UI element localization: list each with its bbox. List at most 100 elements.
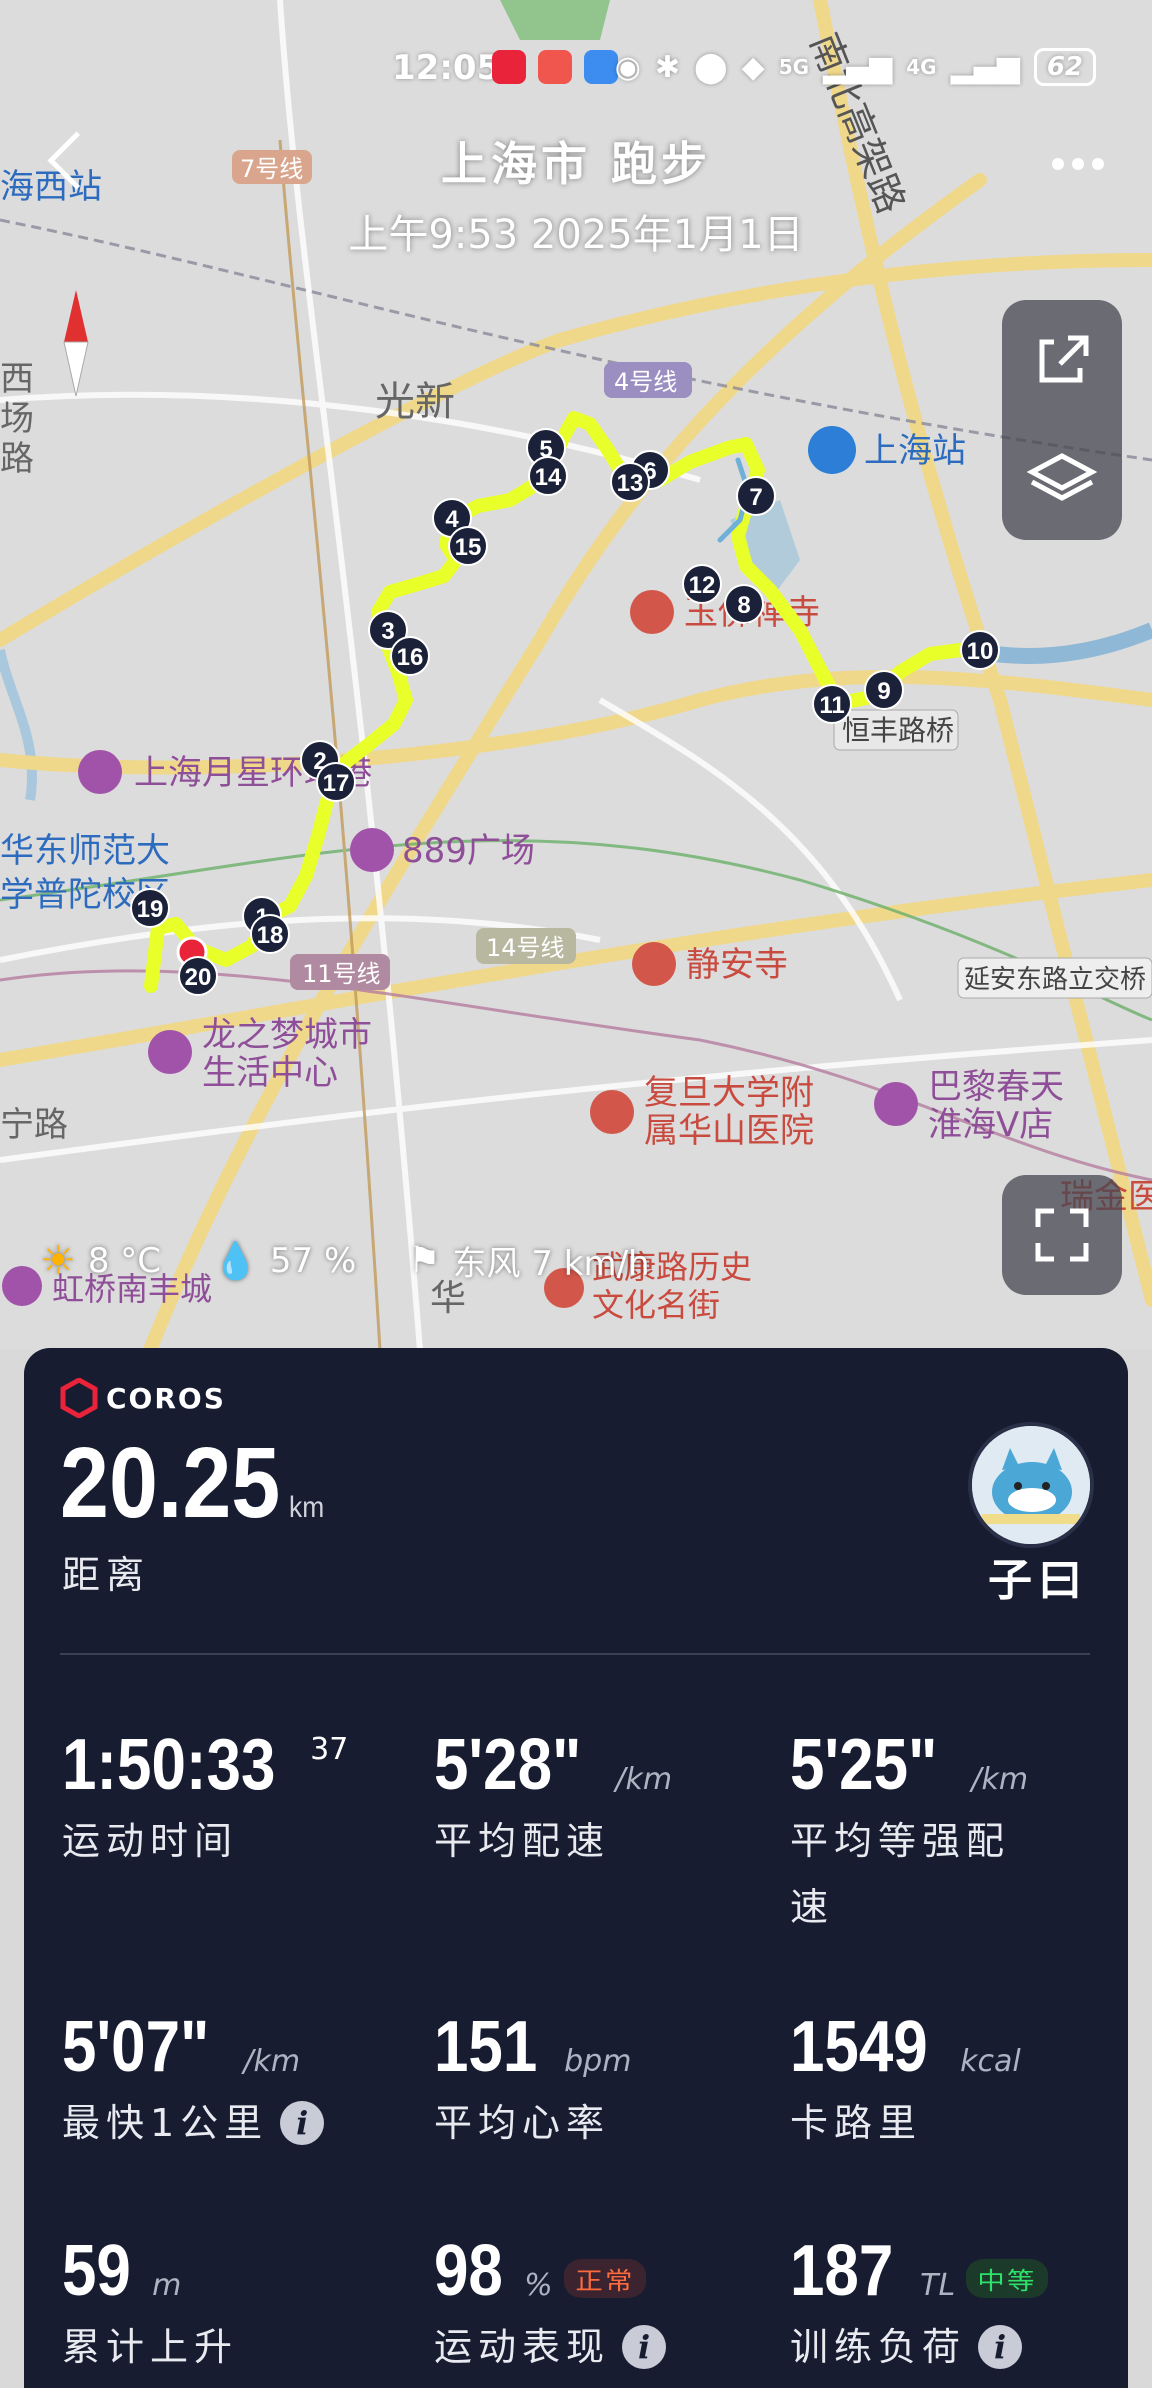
map-label-guangxin: 光新: [375, 379, 455, 425]
svg-text:19: 19: [137, 896, 164, 923]
map-label-huashan-2: 属华山医院: [644, 1111, 814, 1151]
sun-icon: ☀: [40, 1237, 76, 1284]
km-marker-8: 8: [724, 584, 764, 624]
distance-value: 20.25: [60, 1427, 281, 1539]
page-title: 上海市 跑步: [440, 137, 711, 191]
avatar[interactable]: [968, 1422, 1094, 1548]
stat-value: 187: [790, 2231, 894, 2311]
stat-value: 59: [62, 2231, 131, 2311]
svg-text:4: 4: [445, 506, 459, 533]
svg-text:20: 20: [185, 964, 212, 991]
coros-hex-icon: [60, 1378, 98, 1418]
svg-text:15: 15: [455, 534, 482, 561]
map-label-yanan: 延安东路立交桥: [964, 965, 1146, 995]
km-marker-14: 14: [528, 456, 568, 496]
status-badge-medium: 中等: [966, 2259, 1049, 2298]
map-edge-label-2: 场: [0, 399, 34, 439]
km-marker-16: 16: [390, 636, 430, 676]
info-icon[interactable]: i: [978, 2325, 1023, 2369]
svg-text:16: 16: [397, 644, 424, 671]
svg-text:12: 12: [689, 572, 716, 599]
status-badge-normal: 正常: [563, 2259, 646, 2298]
stat-duration: 1:50:33 37 运动时间: [62, 1724, 382, 1872]
stat-value: 5'28": [434, 1725, 582, 1805]
km-marker-19: 19: [130, 888, 170, 928]
wind-icon: ⚑: [408, 1240, 441, 1281]
stat-label-cont: 速: [790, 1885, 835, 1929]
app-notification-icon-1: [492, 50, 526, 84]
brand-name: COROS: [106, 1381, 226, 1415]
stat-unit: /km: [243, 2044, 301, 2079]
map-label-hengfeng: 恒丰路桥: [842, 714, 954, 747]
fullscreen-button[interactable]: [1002, 1175, 1122, 1295]
stat-unit: kcal: [960, 2044, 1021, 2079]
status-time: 12:05: [392, 48, 501, 88]
stat-label: 训练负荷: [790, 2325, 967, 2369]
user-name: 子曰: [988, 1555, 1088, 1606]
svg-text:9: 9: [877, 678, 890, 705]
map-label-ninglu: 宁路: [0, 1105, 68, 1145]
map-tools: [1002, 300, 1122, 540]
stat-performance: 98% 正常 运动表现 i: [434, 2230, 754, 2378]
summary-panel: COROS 20.25 km 距离 子曰 1:50:33 37 运动时间 5'28"…: [24, 1348, 1128, 2388]
svg-text:10: 10: [967, 638, 994, 665]
svg-text:11: 11: [819, 692, 844, 719]
share-icon: [1039, 335, 1089, 383]
info-icon[interactable]: i: [280, 2101, 325, 2145]
network-5g: 5G: [778, 55, 810, 79]
stat-avg-adjusted-pace: 5'25" /km 平均等强配 速: [790, 1724, 1110, 1938]
signal-icon-2: ▂▄▆: [950, 49, 1020, 85]
stat-calories: 1549 kcal 卡路里: [790, 2006, 1110, 2154]
km-marker-9: 9: [864, 670, 904, 710]
fullscreen-icon: [1035, 1208, 1089, 1262]
map-label-bali-1: 巴黎春天: [928, 1067, 1064, 1107]
stat-fastest-km: 5'07" /km 最快1公里 i: [62, 2006, 382, 2154]
km-marker-18: 18: [250, 914, 290, 954]
stat-sup: 37: [310, 1732, 349, 1767]
km-marker-13: 13: [610, 462, 650, 502]
stat-unit: %: [524, 2268, 553, 2303]
stat-unit: bpm: [564, 2044, 632, 2079]
map-label-jingan: 静安寺: [686, 945, 788, 985]
distance-value-wrap: 20.25 km: [60, 1426, 324, 1541]
map-label-line14: 14号线: [486, 934, 565, 962]
stat-label: 平均等强配: [790, 1819, 1011, 1863]
map-label-line11: 11号线: [302, 960, 381, 988]
map-label-longzhimeng-2: 生活中心: [202, 1053, 338, 1093]
stat-label: 累计上升: [62, 2325, 239, 2369]
stat-unit: /km: [615, 1762, 673, 1797]
more-options-button[interactable]: [1052, 158, 1104, 170]
km-marker-17: 17: [316, 762, 356, 802]
stat-avg-hr: 151 bpm 平均心率: [434, 2006, 754, 2154]
svg-text:14: 14: [535, 464, 562, 491]
svg-text:8: 8: [737, 592, 750, 619]
svg-text:3: 3: [381, 618, 394, 645]
eye-icon: ◉: [614, 49, 641, 85]
stat-value: 151: [434, 2007, 538, 2087]
info-icon[interactable]: i: [622, 2325, 667, 2369]
battery-level: 62: [1033, 48, 1096, 86]
activity-datetime: 上午9:53 2025年1月1日: [348, 212, 804, 258]
share-button[interactable]: [1002, 300, 1122, 420]
svg-text:17: 17: [323, 770, 350, 797]
map-label-889: 889广场: [402, 831, 535, 871]
map-edge-label-3: 路: [0, 439, 34, 479]
weather-wind: 东风 7 km/h: [452, 1244, 650, 1284]
mute-icon: ◆: [741, 49, 765, 85]
stat-value: 5'25": [790, 1725, 938, 1805]
km-marker-10: 10: [960, 630, 1000, 670]
distance-unit: km: [289, 1491, 325, 1524]
stat-value: 5'07": [62, 2007, 210, 2087]
divider: [60, 1653, 1090, 1655]
layers-button[interactable]: [1002, 420, 1122, 540]
stat-avg-pace: 5'28" /km 平均配速: [434, 1724, 754, 1872]
bluetooth-icon: ✱: [654, 49, 681, 85]
weather-bar: ☀ 8 °C 💧 57 % ⚑ 东风 7 km/h: [40, 1236, 686, 1285]
stat-value: 98: [434, 2231, 503, 2311]
map-label-bali-2: 淮海V店: [928, 1105, 1053, 1145]
stat-label: 运动时间: [62, 1819, 239, 1863]
map-label-wukang-2: 文化名街: [592, 1286, 720, 1324]
status-bar: 12:05 ◉ ✱ ⬤ ◆ 5G ▂▄▆ 4G ▂▄▆ 62: [0, 40, 1152, 96]
km-marker-20: 20: [178, 956, 218, 996]
network-4g: 4G: [906, 55, 937, 79]
